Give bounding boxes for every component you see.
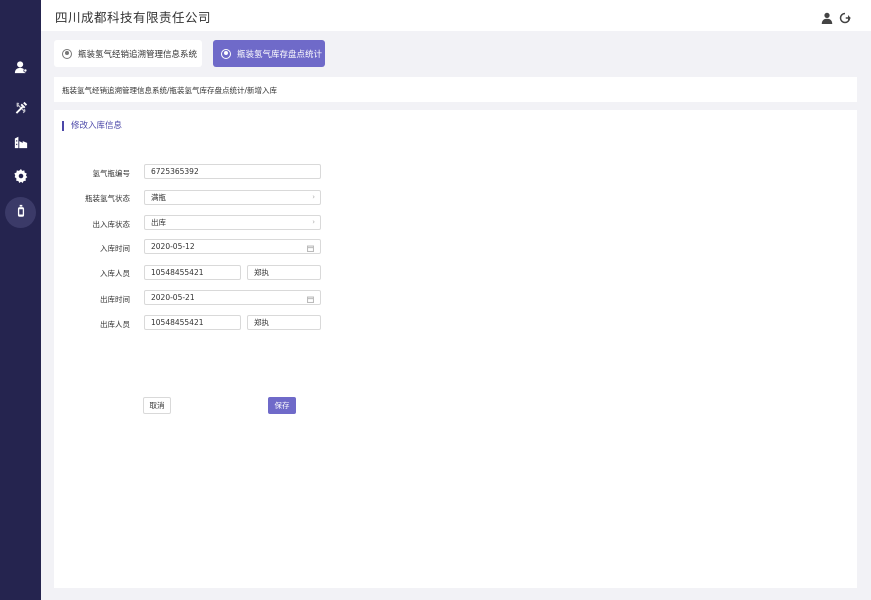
sidebar xyxy=(0,0,41,600)
sidebar-item-factory[interactable] xyxy=(5,128,36,159)
in-person-name-input[interactable]: 郑执 xyxy=(247,265,321,280)
cancel-button[interactable]: 取消 xyxy=(143,397,171,414)
out-time-date-input[interactable]: 2020-05-21 xyxy=(144,290,321,305)
out-person-name-value: 郑执 xyxy=(254,318,269,327)
in-person-label: 入库人员 xyxy=(100,269,130,278)
radio-icon xyxy=(62,48,72,59)
save-button[interactable]: 保存 xyxy=(268,397,296,414)
io-status-value: 出库 xyxy=(151,218,166,227)
in-person-name-value: 郑执 xyxy=(254,268,269,277)
out-person-name-input[interactable]: 郑执 xyxy=(247,315,321,330)
chevron-right-icon: › xyxy=(312,193,315,201)
account-icon[interactable] xyxy=(821,9,833,24)
radio-icon xyxy=(221,48,231,59)
calendar-icon xyxy=(307,294,315,303)
logout-icon[interactable] xyxy=(839,9,851,24)
tab-label: 瓶装氢气经销追溯管理信息系统 xyxy=(78,49,198,60)
breadcrumb-bar: 瓶装氢气经销追溯管理信息系统/瓶装氢气库存盘点统计/新增入库 xyxy=(54,77,857,102)
user-icon xyxy=(14,59,28,78)
out-person-phone-value: 10548455421 xyxy=(151,318,204,327)
sidebar-item-settings[interactable] xyxy=(5,162,36,193)
factory-icon xyxy=(14,134,28,153)
in-time-date-input[interactable]: 2020-05-12 xyxy=(144,239,321,254)
cylinder-status-value: 满瓶 xyxy=(151,193,166,202)
tab-inventory-stats[interactable]: 瓶装氢气库存盘点统计 xyxy=(213,40,325,67)
in-time-value: 2020-05-12 xyxy=(151,242,195,251)
tab-label: 瓶装氢气库存盘点统计 xyxy=(237,49,323,60)
cylinder-status-select[interactable]: 满瓶 › xyxy=(144,190,321,205)
tab-trace-system[interactable]: 瓶装氢气经销追溯管理信息系统 xyxy=(54,40,202,67)
cylinder-status-label: 瓶装氢气状态 xyxy=(85,194,130,203)
out-person-phone-input[interactable]: 10548455421 xyxy=(144,315,241,330)
breadcrumb: 瓶装氢气经销追溯管理信息系统/瓶装氢气库存盘点统计/新增入库 xyxy=(62,86,278,95)
tools-icon xyxy=(14,100,28,119)
chevron-right-icon: › xyxy=(312,218,315,226)
in-person-phone-value: 10548455421 xyxy=(151,268,204,277)
sidebar-item-tools[interactable] xyxy=(5,94,36,125)
io-status-select[interactable]: 出库 › xyxy=(144,215,321,230)
in-person-phone-input[interactable]: 10548455421 xyxy=(144,265,241,280)
form-panel: 修改入库信息 氢气瓶编号 6725365392 瓶装氢气状态 满瓶 › 出入库状… xyxy=(54,110,857,588)
out-time-value: 2020-05-21 xyxy=(151,293,195,302)
cylinder-no-input[interactable]: 6725365392 xyxy=(144,164,321,179)
out-time-label: 出库时间 xyxy=(100,295,130,304)
cylinder-icon xyxy=(14,203,28,222)
in-time-label: 入库时间 xyxy=(100,244,130,253)
io-status-label: 出入库状态 xyxy=(92,220,131,229)
gear-icon xyxy=(13,168,28,187)
out-person-label: 出库人员 xyxy=(100,320,130,329)
sidebar-item-user[interactable] xyxy=(5,53,36,84)
cylinder-no-label: 氢气瓶编号 xyxy=(92,169,131,178)
top-header: 四川成都科技有限责任公司 xyxy=(41,0,871,31)
sidebar-item-cylinder[interactable] xyxy=(5,197,36,228)
company-title: 四川成都科技有限责任公司 xyxy=(55,10,212,25)
section-title: 修改入库信息 xyxy=(62,121,122,131)
cylinder-no-value: 6725365392 xyxy=(151,167,199,176)
calendar-icon xyxy=(307,243,315,252)
